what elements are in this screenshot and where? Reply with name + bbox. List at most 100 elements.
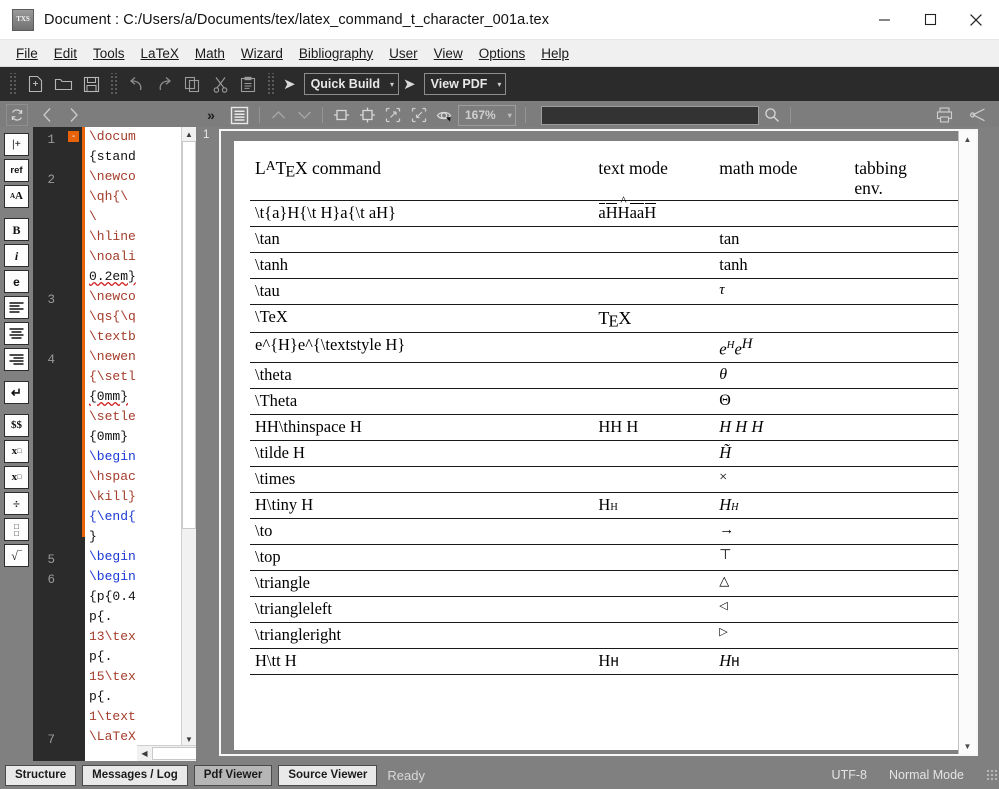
more-options-icon[interactable]: » — [198, 103, 224, 127]
menu-view[interactable]: View — [426, 43, 471, 64]
cell-command: \tanh — [250, 252, 599, 279]
next-page-icon[interactable] — [60, 103, 86, 127]
maximize-icon[interactable] — [907, 0, 953, 39]
pdf-search-input[interactable] — [540, 105, 759, 125]
quick-build-run-icon[interactable]: ➤ — [283, 75, 296, 93]
menu-user[interactable]: User — [381, 43, 426, 64]
open-folder-icon[interactable] — [49, 71, 77, 97]
reference-icon[interactable]: ref — [4, 159, 29, 182]
scroll-left-arrow-icon[interactable]: ◀ — [137, 746, 152, 761]
cell-command: \tan — [250, 226, 599, 253]
paste-icon[interactable] — [234, 71, 262, 97]
pdf-vertical-scrollbar[interactable]: ▲ ▼ — [958, 131, 976, 754]
share-icon[interactable] — [965, 103, 991, 127]
insert-icon[interactable]: |+ — [4, 133, 29, 156]
print-icon[interactable] — [931, 103, 957, 127]
align-left-icon[interactable] — [4, 296, 29, 319]
menu-tools[interactable]: Tools — [85, 43, 133, 64]
fit-width-icon[interactable] — [328, 103, 354, 127]
magnifier-eye-icon[interactable] — [432, 103, 458, 127]
zoom-out-icon[interactable] — [406, 103, 432, 127]
reload-icon[interactable] — [6, 104, 28, 126]
pdf-page: ©sideway LATEX command text mode math mo… — [234, 141, 969, 750]
editor-horizontal-scrollbar[interactable]: ◀ ▶ — [137, 745, 196, 761]
emphasis-icon[interactable]: e — [4, 270, 29, 293]
font-size-icon[interactable]: AA — [4, 185, 29, 208]
menu-math[interactable]: Math — [187, 43, 233, 64]
editor-scroll-thumb[interactable] — [182, 141, 196, 529]
toolbar-separator-2 — [322, 107, 323, 123]
fraction-icon[interactable]: ÷ — [4, 492, 29, 515]
scroll-down-arrow-icon[interactable]: ▼ — [182, 732, 196, 746]
cell-text-mode — [598, 278, 720, 305]
menu-latex[interactable]: LaTeX — [133, 43, 187, 64]
status-encoding[interactable]: UTF-8 — [832, 768, 867, 782]
tab-structure[interactable]: Structure — [5, 764, 77, 786]
window-title: Document : C:/Users/a/Documents/tex/late… — [44, 11, 550, 28]
cell-math-mode: tanh — [719, 252, 855, 279]
zoom-in-icon[interactable] — [380, 103, 406, 127]
view-pdf-combo[interactable]: View PDF ▾ — [423, 73, 507, 95]
tab-messages-log[interactable]: Messages / Log — [82, 764, 188, 786]
source-editor[interactable]: 1 2 3 4 5 6 7 - \docum {stand \newco \qh… — [33, 127, 196, 761]
menu-options[interactable]: Options — [471, 43, 534, 64]
tab-pdf-viewer[interactable]: Pdf Viewer — [193, 764, 273, 786]
pdf-viewer[interactable]: 1 ©sideway LATEX command text mode math … — [196, 127, 999, 761]
scroll-up-arrow-icon[interactable]: ▲ — [182, 127, 196, 141]
quick-build-combo[interactable]: Quick Build ▾ — [303, 73, 400, 95]
undo-icon[interactable] — [122, 71, 150, 97]
editor-hscroll-thumb[interactable] — [152, 747, 196, 760]
toolbar-grip[interactable] — [8, 73, 17, 95]
cell-tabbing — [854, 200, 961, 227]
newline-icon[interactable]: ↵ — [4, 381, 29, 404]
frac-box-icon[interactable]: □ □ — [4, 518, 29, 541]
cell-tabbing — [854, 362, 961, 389]
menu-bibliography[interactable]: Bibliography — [291, 43, 381, 64]
menu-help[interactable]: Help — [533, 43, 577, 64]
toolbar-separator-4 — [789, 107, 791, 123]
resize-grip-icon[interactable] — [986, 769, 998, 781]
view-pdf-run-icon[interactable]: ➤ — [403, 75, 416, 93]
cell-tabbing — [854, 596, 961, 623]
pdf-scroll-down-arrow-icon[interactable]: ▼ — [959, 738, 976, 754]
zoom-level-combo[interactable]: 167% ▾ — [458, 104, 516, 126]
editor-code-area[interactable]: \docum {stand \newco \qh{\ \ \hline \noa… — [85, 127, 196, 761]
table-row: \theta θ — [250, 362, 961, 389]
toolbar-grip-3[interactable] — [266, 73, 275, 95]
menu-file[interactable]: File — [8, 43, 46, 64]
formatting-toolbar: |+ ref AA B i e ↵ $$ x □ x □ ÷ □ □ √‾ — [0, 127, 33, 761]
redo-icon[interactable] — [150, 71, 178, 97]
fold-marker[interactable]: - — [68, 131, 79, 142]
status-mode[interactable]: Normal Mode — [889, 768, 964, 782]
previous-page-icon[interactable] — [34, 103, 60, 127]
menu-edit[interactable]: Edit — [46, 43, 85, 64]
code-line: \ — [89, 209, 97, 224]
pdf-scroll-up-arrow-icon[interactable]: ▲ — [959, 131, 976, 147]
cell-tabbing — [854, 252, 961, 279]
scroll-down-icon[interactable] — [291, 103, 317, 127]
save-icon[interactable] — [77, 71, 105, 97]
align-center-icon[interactable] — [4, 322, 29, 345]
toolbar-grip-2[interactable] — [109, 73, 118, 95]
cut-icon[interactable] — [206, 71, 234, 97]
toolbar-separator — [259, 107, 260, 123]
math-mode-icon[interactable]: $$ — [4, 414, 29, 437]
menu-wizard[interactable]: Wizard — [233, 43, 291, 64]
close-icon[interactable] — [953, 0, 999, 39]
superscript-icon[interactable]: x □ — [4, 466, 29, 489]
search-icon[interactable] — [759, 103, 785, 127]
toc-list-icon[interactable] — [224, 103, 254, 127]
tab-source-viewer[interactable]: Source Viewer — [278, 764, 378, 786]
fit-page-icon[interactable] — [354, 103, 380, 127]
table-row: \tanh tanh — [250, 252, 961, 279]
minimize-icon[interactable] — [861, 0, 907, 39]
align-right-icon[interactable] — [4, 348, 29, 371]
italic-icon[interactable]: i — [4, 244, 29, 267]
subscript-icon[interactable]: x □ — [4, 440, 29, 463]
bold-icon[interactable]: B — [4, 218, 29, 241]
sqrt-icon[interactable]: √‾ — [4, 544, 29, 567]
scroll-up-icon[interactable] — [265, 103, 291, 127]
new-document-icon[interactable] — [21, 71, 49, 97]
copy-icon[interactable] — [178, 71, 206, 97]
editor-vertical-scrollbar[interactable]: ▲ ▼ — [181, 127, 196, 761]
